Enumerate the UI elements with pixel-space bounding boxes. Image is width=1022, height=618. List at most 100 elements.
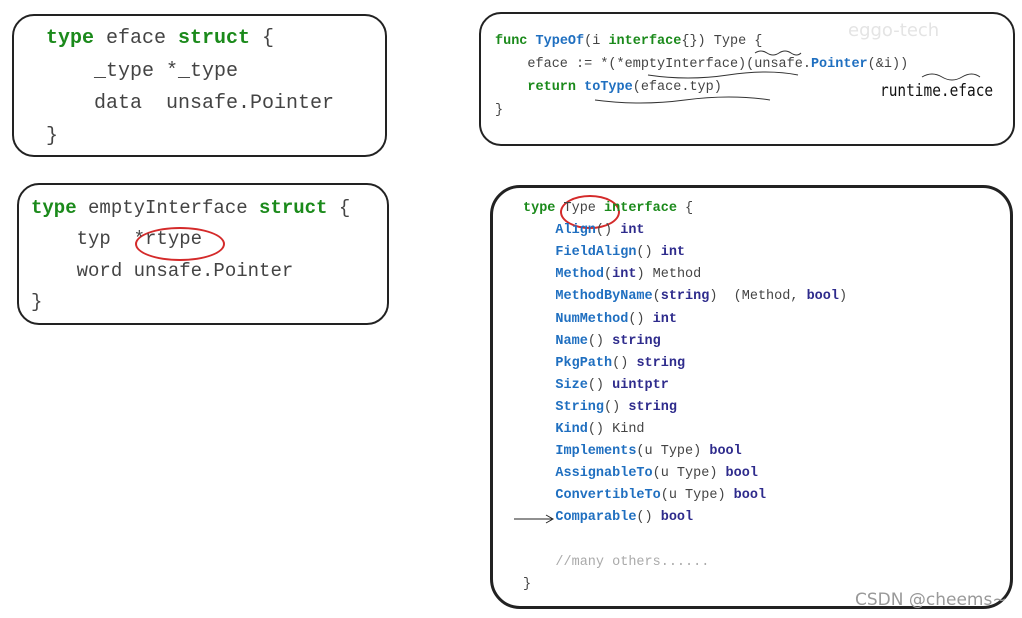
- code-token: bool: [733, 488, 767, 504]
- type-interface-code-line: AssignableTo(u Type) bool: [523, 466, 758, 481]
- typeof-func-code-line: return toType(eface.typ): [495, 80, 722, 95]
- code-token: return: [495, 80, 585, 95]
- code-token: (eface.typ): [632, 80, 722, 95]
- empty-interface-struct-code-line: typ *rtype: [31, 228, 202, 250]
- code-token: func: [495, 34, 536, 49]
- code-token: string: [660, 289, 710, 305]
- eface-struct-code-line: }: [46, 125, 58, 148]
- code-token: type: [31, 197, 77, 219]
- code-token: (u Type): [652, 466, 726, 482]
- code-token: string: [628, 399, 677, 415]
- code-token: struct: [178, 27, 251, 50]
- code-token: bool: [725, 466, 758, 482]
- type-interface-code-line: NumMethod() int: [523, 312, 677, 327]
- logo-watermark: eggo-tech: [848, 20, 940, 41]
- code-token: (): [587, 333, 613, 349]
- code-token: int: [612, 267, 637, 283]
- code-token: int: [660, 245, 686, 261]
- type-interface-code-line: FieldAlign() int: [523, 245, 685, 260]
- code-token: Implements: [523, 444, 637, 460]
- code-token: Name: [523, 333, 588, 349]
- code-token: }: [46, 124, 59, 148]
- empty-interface-struct-code-line: word unsafe.Pointer: [31, 259, 294, 282]
- code-token: Comparable: [523, 510, 637, 526]
- code-token: (: [652, 289, 661, 305]
- type-interface-code-line: Size() uintptr: [523, 377, 669, 393]
- type-interface-code-line: }: [523, 577, 531, 592]
- typeof-func-code-line: func TypeOf(i interface{}) Type {: [495, 34, 762, 49]
- code-token: {: [250, 27, 275, 50]
- code-token: ) (Method,: [709, 289, 807, 305]
- eface-struct-code-line: data unsafe.Pointer: [46, 92, 334, 115]
- code-token: NumMethod: [523, 311, 629, 327]
- eface-struct-code-line: _type *_type: [46, 60, 238, 83]
- code-token: (u Type): [660, 488, 734, 504]
- code-token: //many others......: [523, 554, 710, 570]
- code-token: Type: [555, 201, 605, 216]
- code-token: string: [636, 355, 686, 371]
- typeof-func-code-line: }: [495, 103, 503, 118]
- code-token: int: [620, 223, 645, 239]
- code-token: (): [612, 355, 637, 371]
- code-token: type: [46, 27, 95, 50]
- csdn-watermark: CSDN @cheems~: [855, 590, 1007, 610]
- type-interface-code-line: type Type interface {: [523, 201, 693, 216]
- code-token: Pointer: [810, 57, 868, 72]
- code-token: (): [595, 223, 621, 239]
- code-token: (i: [584, 34, 609, 49]
- type-interface-code-line: Name() string: [523, 333, 661, 349]
- code-token: toType: [584, 80, 633, 95]
- type-interface-code-line: Implements(u Type) bool: [523, 444, 742, 460]
- code-token: bool: [806, 289, 839, 305]
- code-token: (): [636, 510, 661, 526]
- type-interface-code-line: Align() int: [523, 223, 645, 239]
- code-token: String: [523, 399, 605, 415]
- code-token: uintptr: [612, 377, 669, 393]
- empty-interface-struct-code-line: type emptyInterface struct {: [31, 197, 350, 219]
- code-token: interface: [604, 201, 677, 216]
- code-token: eface: [94, 27, 179, 50]
- code-token: Kind: [523, 422, 588, 437]
- code-token: int: [652, 311, 677, 327]
- code-token: _type *_type: [46, 59, 239, 83]
- code-token: bool: [660, 510, 694, 526]
- code-token: struct: [259, 197, 328, 219]
- type-interface-code-line: //many others......: [523, 555, 709, 570]
- code-token: emptyInterface: [76, 197, 260, 219]
- code-token: (u Type): [636, 444, 710, 460]
- code-token: (): [587, 377, 613, 393]
- code-token: PkgPath: [523, 355, 613, 371]
- code-token: word unsafe.Pointer: [31, 259, 294, 282]
- type-interface-code-line: String() string: [523, 400, 677, 415]
- code-token: bool: [709, 444, 742, 460]
- code-token: typ *rtype: [31, 228, 203, 251]
- code-token: ConvertibleTo: [523, 488, 661, 504]
- type-interface-code-line: Method(int) Method: [523, 267, 701, 282]
- eface-struct-code-line: type eface struct {: [46, 27, 274, 50]
- type-interface-code-line: Comparable() bool: [523, 510, 693, 525]
- code-token: ) Method: [636, 267, 702, 283]
- code-token: (): [628, 311, 653, 327]
- type-interface-code-line: Kind() Kind: [523, 422, 645, 437]
- code-token: () Kind: [587, 422, 645, 437]
- code-token: AssignableTo: [523, 466, 653, 482]
- code-token: string: [612, 333, 661, 349]
- code-token: interface: [608, 34, 682, 49]
- code-token: }: [523, 576, 532, 592]
- typeof-func-code-line: eface := *(*emptyInterface)(unsafe.Point…: [495, 57, 908, 72]
- code-token: (: [604, 267, 613, 283]
- type-interface-code-line: MethodByName(string) (Method, bool): [523, 289, 847, 304]
- code-token: Method: [523, 267, 605, 283]
- code-token: (): [604, 399, 629, 415]
- code-token: (&i)): [867, 57, 909, 72]
- code-token: type: [523, 201, 556, 216]
- code-token: FieldAlign: [523, 245, 637, 261]
- runtime-eface-annotation: runtime.eface: [880, 81, 994, 101]
- type-interface-code-line: PkgPath() string: [523, 356, 685, 371]
- code-token: Size: [523, 377, 588, 393]
- code-token: Align: [523, 223, 596, 239]
- code-token: }: [31, 290, 43, 313]
- code-token: eface := *(*emptyInterface)(unsafe.: [495, 57, 811, 72]
- code-token: {: [676, 201, 694, 216]
- code-token: {: [327, 197, 351, 219]
